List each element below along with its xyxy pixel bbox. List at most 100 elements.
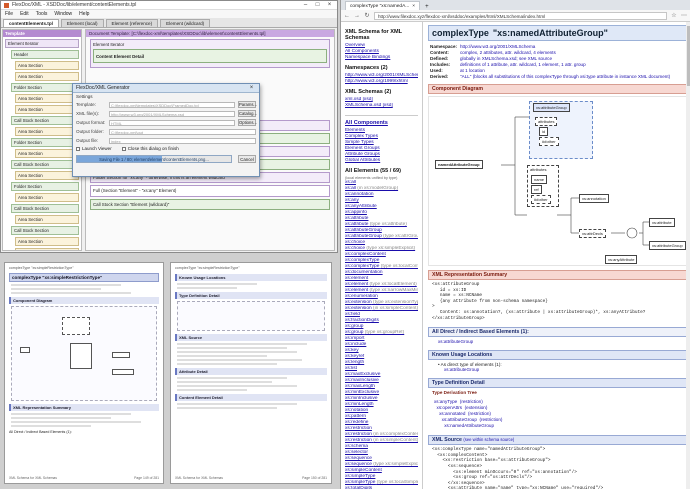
property-value[interactable]: at 1 location <box>460 68 485 73</box>
template-tree-item[interactable]: Folder Section <box>11 138 79 147</box>
dialog-field-input[interactable]: HTML <box>109 119 235 126</box>
diagram-node-attributegroup[interactable]: xs:attributeGroup <box>533 103 570 112</box>
dialog-field-button[interactable]: Catalog... <box>238 110 257 117</box>
diagram-node-other-2[interactable]: ##other <box>531 195 551 204</box>
maximize-icon[interactable]: □ <box>313 2 322 9</box>
element-link-name[interactable]: xs:all <box>345 180 356 185</box>
element-link-name[interactable]: xs:sequence <box>345 456 372 461</box>
namespace-link[interactable]: http://www.w3.org/1999/xhtml <box>345 79 418 85</box>
diagram-node-name[interactable]: name <box>531 175 548 184</box>
diagram-node-id[interactable]: id <box>539 127 549 136</box>
element-link-name[interactable]: xs:all <box>345 186 356 191</box>
tab-close-icon[interactable]: × <box>412 4 415 9</box>
template-tree-item[interactable]: Area Section <box>15 171 79 180</box>
element-link-name[interactable]: xs:element <box>345 288 368 293</box>
element-link-name[interactable]: xs:annotation <box>345 192 374 197</box>
element-link-name[interactable]: xs:maxExclusive <box>345 372 380 377</box>
favorite-icon[interactable]: ☆ <box>671 12 677 19</box>
element-link-name[interactable]: xs:key <box>345 348 359 353</box>
element-link-name[interactable]: xs:restriction <box>345 438 372 443</box>
element-link-name[interactable]: xs:documentation <box>345 270 383 275</box>
element-link-name[interactable]: xs:attribute <box>345 216 368 221</box>
element-link-name[interactable]: xs:element <box>345 282 368 287</box>
template-tree-item[interactable]: Area Section <box>15 248 79 250</box>
element-iterator-section[interactable]: Element Iterator Content Element Detail <box>90 39 330 68</box>
template-tree-item[interactable]: Call Stock Section <box>11 160 79 169</box>
element-link-name[interactable]: xs:simpleType <box>345 480 375 485</box>
close-on-finish-checkbox[interactable] <box>121 146 126 151</box>
xml-source-note[interactable]: (see within schema source) <box>463 437 514 442</box>
diagram-node-attributegroup-ref[interactable]: xs:attributeGroup <box>649 241 686 250</box>
browser-tab[interactable]: complexType "xs:namedA... × <box>345 1 421 10</box>
element-link-name[interactable]: xs:sequence <box>345 462 372 467</box>
element-link-name[interactable]: xs:extension <box>345 300 372 305</box>
derivation-tree-item[interactable]: xs:namedAttributeGroup <box>434 423 681 429</box>
dialog-field-input[interactable]: C:\flexdoc-xml\templates\XSDDoc\FramedDo… <box>109 101 235 108</box>
property-value[interactable]: complex, 2 attributes, attr. wildcard, 4… <box>460 50 556 55</box>
element-link-name[interactable]: xs:complexType <box>345 264 379 269</box>
close-icon[interactable]: × <box>325 2 334 9</box>
element-link-name[interactable]: xs:pattern <box>345 414 366 419</box>
template-tree-item[interactable]: Area Section <box>15 149 79 158</box>
menu-file[interactable]: File <box>5 11 13 17</box>
element-link-name[interactable]: xs:simpleContent <box>345 468 382 473</box>
element-link-name[interactable]: xs:list <box>345 366 357 371</box>
dialog-field-button[interactable]: Options... <box>238 119 257 126</box>
new-tab-icon[interactable]: + <box>422 4 432 10</box>
diagram-node-anyattribute[interactable]: xs:anyAttribute <box>605 255 638 264</box>
template-tree-item[interactable]: Call Stock Section <box>11 204 79 213</box>
property-value[interactable]: globally in XMLSchema.xsd; see XML sourc… <box>460 56 552 61</box>
template-tree-item[interactable]: Call Stock Section <box>11 116 79 125</box>
dialog-field-button[interactable]: Params... <box>238 101 257 108</box>
launch-viewer-check[interactable]: Launch Viewer Close this dialog on finis… <box>73 145 259 152</box>
element-link-name[interactable]: xs:maxLength <box>345 384 375 389</box>
content-element-detail-header[interactable]: Content Element Detail <box>93 49 327 63</box>
menu-help[interactable]: Help <box>79 11 89 17</box>
element-link-name[interactable]: xs:minExclusive <box>345 390 379 395</box>
element-link-name[interactable]: xs:notation <box>345 408 368 413</box>
element-link-name[interactable]: xs:choice <box>345 240 365 245</box>
template-tree-item[interactable]: Area Section <box>15 61 79 70</box>
element-link-name[interactable]: xs:enumeration <box>345 294 378 299</box>
element-link-name[interactable]: xs:complexContent <box>345 252 386 257</box>
address-bar[interactable]: http://www.filexdoc.xyz/flexdoc-xml/xsdd… <box>374 11 667 20</box>
usage-link[interactable]: xs:attributeGroup <box>444 367 479 372</box>
dialog-field-input[interactable]: index <box>109 137 256 144</box>
cancel-button[interactable]: Cancel <box>238 155 256 163</box>
element-link-name[interactable]: xs:attributeGroup <box>345 234 382 239</box>
template-tree-item[interactable]: Area Section <box>15 237 79 246</box>
template-tree-item[interactable]: Area Section <box>15 72 79 81</box>
element-link-name[interactable]: xs:element <box>345 276 368 281</box>
element-link-name[interactable]: xs:maxInclusive <box>345 378 379 383</box>
template-tree-item[interactable]: Header <box>11 50 79 59</box>
template-tree-item[interactable]: Area Section <box>15 105 79 114</box>
element-link-name[interactable]: xs:attribute <box>345 222 368 227</box>
diagram-node-main[interactable]: namedAttributeGroup <box>435 160 483 169</box>
diagram-node-attrdecls[interactable]: xs:attrDecls <box>579 229 606 238</box>
menu-edit[interactable]: Edit <box>20 11 29 17</box>
element-link-name[interactable]: xs:include <box>345 342 366 347</box>
template-tree-item[interactable]: Area Section <box>15 94 79 103</box>
property-value[interactable]: definitions of 1 attribute, attr. wildca… <box>460 62 586 67</box>
reload-icon[interactable]: ↻ <box>364 12 370 19</box>
element-link-name[interactable]: xs:field <box>345 312 360 317</box>
nav-link[interactable]: Namespace Bindings <box>345 55 418 61</box>
element-link-name[interactable]: xs:simpleType <box>345 474 375 479</box>
element-link-name[interactable]: xs:group <box>345 330 363 335</box>
template-tree-item[interactable]: Element Iterator <box>5 39 79 48</box>
element-link-name[interactable]: xs:schema <box>345 444 368 449</box>
element-link-name[interactable]: xs:attributeGroup <box>345 228 382 233</box>
diagram-node-other[interactable]: ##other <box>539 137 559 146</box>
element-link-name[interactable]: xs:any <box>345 198 359 203</box>
element-link-name[interactable]: xs:group <box>345 324 363 329</box>
dialog-field-input[interactable]: http://www.w3.org/2001/XMLSchema.xsd <box>109 110 235 117</box>
element-link-name[interactable]: xs:appinfo <box>345 210 367 215</box>
call-stock-section-wildcard[interactable]: Call Stock Section "Element (wildcard)" <box>90 199 330 210</box>
element-link-name[interactable]: xs:keyref <box>345 354 364 359</box>
element-link-name[interactable]: xs:restriction <box>345 432 372 437</box>
element-link-name[interactable]: xs:complexType <box>345 258 379 263</box>
main-scrollbar[interactable] <box>686 22 690 489</box>
template-tree-item[interactable]: Area Section <box>15 193 79 202</box>
element-link-name[interactable]: xs:length <box>345 360 364 365</box>
tab-element-reference[interactable]: Element (reference) <box>105 19 159 27</box>
